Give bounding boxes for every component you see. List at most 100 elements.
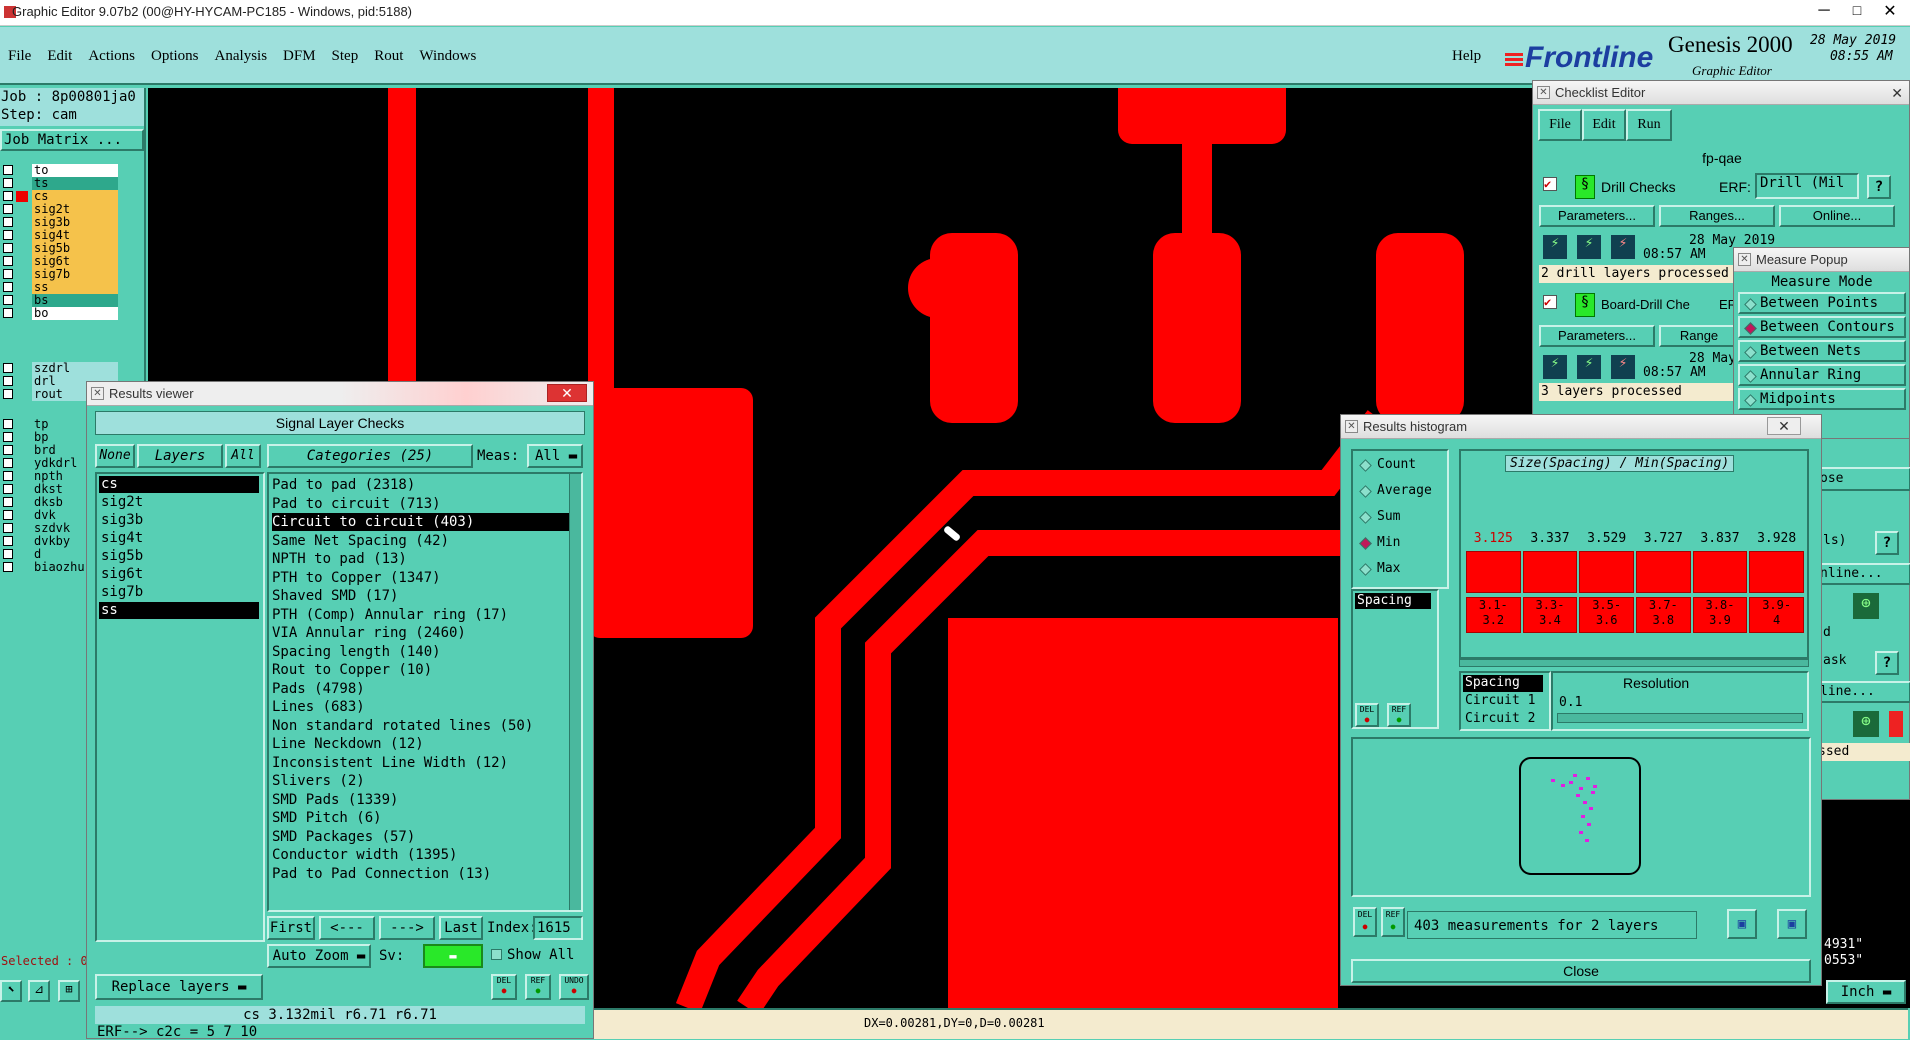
board-run-icon[interactable]: ⚡ (1543, 355, 1567, 379)
layer-checkbox[interactable] (3, 282, 13, 292)
layer-row-ts[interactable]: ts (0, 177, 118, 190)
category-item[interactable]: Pad to pad (2318) (272, 476, 415, 494)
layer-checkbox[interactable] (3, 432, 13, 442)
category-item[interactable]: Spacing length (140) (272, 643, 441, 661)
results-viewer-close-button[interactable]: ✕ (547, 384, 587, 402)
measure-mode-0[interactable]: Between Points (1738, 292, 1906, 314)
layer-row-sig7b[interactable]: sig7b (0, 268, 118, 281)
layer-result-item[interactable]: sig5b (99, 548, 259, 565)
layer-result-list[interactable]: cs sig2t sig3b sig4t sig5b sig6t sig7b ss (95, 472, 265, 942)
histogram-list-item[interactable]: Spacing (1463, 675, 1543, 692)
tool-select-icon[interactable]: ⬉ (0, 980, 22, 1002)
job-matrix-button[interactable]: Job Matrix ... (0, 129, 144, 151)
menu-step[interactable]: Step (332, 48, 359, 65)
layer-checkbox[interactable] (3, 549, 13, 559)
menu-dfm[interactable]: DFM (283, 48, 316, 65)
histogram-list-item[interactable]: Circuit 2 (1463, 711, 1543, 728)
board-run-stop-icon[interactable]: ⚡ (1611, 355, 1635, 379)
layer-result-item[interactable]: sig7b (99, 584, 259, 601)
run-icon[interactable]: ⚡ (1543, 235, 1567, 259)
measure-mode-4[interactable]: Midpoints (1738, 388, 1906, 410)
category-item[interactable]: SMD Pads (1339) (272, 791, 398, 809)
layer-result-item[interactable]: sig6t (99, 566, 259, 583)
next-button[interactable]: ---> (379, 916, 435, 940)
menu-rout[interactable]: Rout (374, 48, 403, 65)
histogram-close-button[interactable]: ✕ (1767, 417, 1801, 435)
stat-option-average[interactable]: Average (1355, 481, 1445, 503)
resolution-slider[interactable] (1557, 713, 1803, 723)
category-item[interactable]: PTH (Comp) Annular ring (17) (272, 606, 508, 624)
layer-result-item[interactable]: sig4t (99, 530, 259, 547)
prev-button[interactable]: <--- (319, 916, 375, 940)
layer-checkbox[interactable] (3, 523, 13, 533)
layer-checkbox[interactable] (3, 497, 13, 507)
layer-checkbox[interactable] (3, 295, 13, 305)
board-run-all-icon[interactable]: ⚡ (1577, 355, 1601, 379)
histogram-close-action[interactable]: Close (1351, 959, 1811, 983)
menu-options[interactable]: Options (151, 48, 199, 65)
drill-online-button[interactable]: Online... (1779, 205, 1895, 227)
layer-row-to[interactable]: to (0, 164, 118, 177)
hist-del-button[interactable]: DEL ● (1353, 907, 1377, 937)
run-stop-icon[interactable]: ⚡ (1611, 235, 1635, 259)
layer-checkbox[interactable] (3, 471, 13, 481)
index-field[interactable]: 1615 (533, 916, 583, 940)
menu-file[interactable]: File (8, 48, 31, 65)
layer-result-item[interactable]: ss (99, 602, 259, 619)
menu-actions[interactable]: Actions (88, 48, 135, 65)
last-button[interactable]: Last (439, 916, 483, 940)
layer-result-item[interactable]: sig3b (99, 512, 259, 529)
category-item[interactable]: Circuit to circuit (403) (272, 513, 570, 531)
first-button[interactable]: First (267, 916, 315, 940)
layers-button[interactable]: Layers (137, 444, 223, 468)
layer-checkbox[interactable] (3, 217, 13, 227)
maximize-button[interactable]: □ (1843, 2, 1871, 18)
category-item[interactable]: Line Neckdown (12) (272, 735, 424, 753)
hist-del-top-button[interactable]: DEL ● (1355, 703, 1379, 727)
stat-option-max[interactable]: Max (1355, 559, 1445, 581)
frag-online-button[interactable]: nline... (1818, 563, 1910, 585)
category-scrollbar[interactable] (569, 474, 581, 910)
export-icon[interactable]: ▣ (1727, 909, 1757, 939)
category-item[interactable]: Slivers (2) (272, 772, 365, 790)
show-all-checkbox[interactable] (491, 949, 502, 960)
layer-checkbox[interactable] (3, 363, 13, 373)
sv-color-select[interactable]: ▬ (423, 944, 483, 968)
layer-checkbox[interactable] (3, 269, 13, 279)
category-item[interactable]: VIA Annular ring (2460) (272, 624, 466, 642)
layer-row-bo[interactable]: bo (0, 307, 118, 320)
checklist-menu-file[interactable]: File (1538, 109, 1582, 141)
category-item[interactable]: Pad to circuit (713) (272, 495, 441, 513)
layer-checkbox[interactable] (3, 562, 13, 572)
spacing-list-right[interactable]: Spacing Circuit 1 Circuit 2 (1459, 671, 1551, 731)
measure-mode-2[interactable]: Between Nets (1738, 340, 1906, 362)
layer-checkbox[interactable] (3, 458, 13, 468)
layer-checkbox[interactable] (3, 165, 13, 175)
zoom-icon[interactable]: ⊕ (1853, 593, 1879, 619)
categories-button[interactable]: Categories (25) (267, 444, 473, 468)
measure-mode-1[interactable]: Between Contours (1738, 316, 1906, 338)
category-item[interactable]: Pads (4798) (272, 680, 365, 698)
checklist-menu-run[interactable]: Run (1626, 109, 1672, 141)
layer-row-szdrl[interactable]: szdrl (0, 362, 118, 375)
report-icon[interactable]: ▣ (1777, 909, 1807, 939)
layer-checkbox[interactable] (3, 243, 13, 253)
layer-checkbox[interactable] (3, 230, 13, 240)
category-item[interactable]: Pad to Pad Connection (13) (272, 865, 491, 883)
layer-row-ss[interactable]: ss (0, 281, 118, 294)
category-item[interactable]: NPTH to pad (13) (272, 550, 407, 568)
category-item[interactable]: Conductor width (1395) (272, 846, 457, 864)
menu-windows[interactable]: Windows (419, 48, 476, 65)
replace-layers-select[interactable]: Replace layers ▬ (95, 974, 263, 1000)
auto-zoom-select[interactable]: Auto Zoom ▬ (267, 944, 371, 968)
drill-check-toggle-icon[interactable]: ✔ (1543, 177, 1557, 191)
tool-measure-icon[interactable]: ⊿ (28, 980, 50, 1002)
layer-checkbox[interactable] (3, 389, 13, 399)
category-item[interactable]: Same Net Spacing (42) (272, 532, 449, 550)
spacing-list-item[interactable]: Spacing (1355, 593, 1431, 609)
category-item[interactable]: Non standard rotated lines (50) (272, 717, 533, 735)
layer-checkbox[interactable] (3, 204, 13, 214)
layers-all-button[interactable]: All (225, 444, 261, 468)
zoom-icon-2[interactable]: ⊕ (1853, 711, 1879, 737)
layers-none-button[interactable]: None (95, 444, 135, 468)
